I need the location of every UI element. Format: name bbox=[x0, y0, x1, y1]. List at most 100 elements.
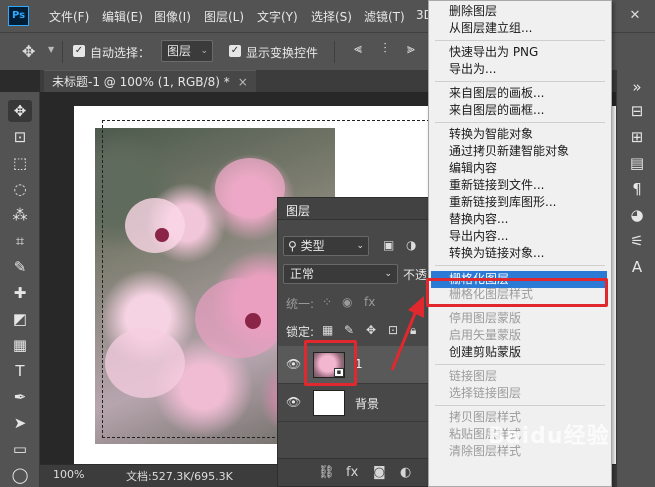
align-left-icon[interactable]: ⫷ bbox=[350, 41, 366, 59]
color-icon[interactable]: ◕ bbox=[626, 204, 648, 226]
character-icon[interactable]: A bbox=[626, 256, 648, 278]
menu-edit[interactable]: 编辑(E) bbox=[102, 8, 143, 25]
menu-separator bbox=[435, 81, 605, 82]
document-tab-title: 未标题-1 @ 100% (1, RGB/8) * bbox=[52, 75, 230, 89]
document-tab[interactable]: 未标题-1 @ 100% (1, RGB/8) * × bbox=[44, 70, 256, 92]
lasso-tool-icon[interactable]: ◌ bbox=[8, 178, 32, 200]
context-menu-item[interactable]: 来自图层的画板... bbox=[429, 85, 611, 102]
layer-row[interactable]: 👁︎ 背景 bbox=[278, 384, 438, 422]
divider bbox=[334, 41, 335, 63]
quick-select-tool-icon[interactable]: ⁂ bbox=[8, 204, 32, 226]
menu-select[interactable]: 选择(S) bbox=[311, 8, 352, 25]
crop-tool-icon[interactable]: ⌗ bbox=[8, 230, 32, 252]
context-menu-item[interactable]: 导出内容... bbox=[429, 228, 611, 245]
document-info[interactable]: 文档:527.3K/695.3K bbox=[126, 468, 233, 484]
lock-pixels-icon[interactable]: ✎ bbox=[344, 323, 354, 337]
layer-name[interactable]: 背景 bbox=[355, 395, 379, 412]
blend-mode-dropdown[interactable]: 正常 ⌄ bbox=[283, 264, 398, 284]
auto-select-label: 自动选择： bbox=[90, 46, 151, 60]
layer-row[interactable]: 👁︎ ▪ 1 bbox=[278, 346, 438, 384]
move-tool-icon[interactable]: ✥ bbox=[22, 42, 35, 61]
filter-kind-dropdown[interactable]: ⚲ 类型 ⌄ bbox=[283, 236, 369, 256]
history-icon[interactable]: ⊟ bbox=[626, 100, 648, 122]
unify-position-icon[interactable]: ⁘ bbox=[322, 295, 332, 309]
unify-visibility-icon[interactable]: ◉ bbox=[342, 295, 352, 309]
context-menu-item[interactable]: 快速导出为 PNG bbox=[429, 44, 611, 61]
menu-separator bbox=[435, 405, 605, 406]
context-menu-item[interactable]: 停用图层蒙版 bbox=[429, 310, 611, 327]
menu-file[interactable]: 文件(F) bbox=[49, 8, 89, 25]
context-menu-item[interactable]: 选择链接图层 bbox=[429, 385, 611, 402]
lock-artboard-icon[interactable]: ⊡ bbox=[388, 323, 398, 337]
context-menu-item[interactable]: 从图层建立组... bbox=[429, 20, 611, 37]
menu-filter[interactable]: 滤镜(T) bbox=[364, 8, 405, 25]
context-menu-item[interactable]: 导出为... bbox=[429, 61, 611, 78]
gradient-tool-icon[interactable]: ▦ bbox=[8, 334, 32, 356]
paragraph-icon[interactable]: ¶ bbox=[626, 178, 648, 200]
chevron-down-icon: ⌄ bbox=[356, 241, 364, 251]
context-menu-item[interactable]: 重新链接到库图形... bbox=[429, 194, 611, 211]
close-icon[interactable]: × bbox=[238, 75, 248, 89]
lock-transparency-icon[interactable]: ▦ bbox=[322, 323, 333, 337]
ellipse-tool-icon[interactable]: ◯ bbox=[8, 464, 32, 486]
auto-select-target-value: 图层 bbox=[167, 44, 192, 58]
link-layers-icon[interactable]: ⛓ bbox=[318, 465, 335, 480]
context-menu-item[interactable]: 删除图层 bbox=[429, 3, 611, 20]
context-menu-item[interactable]: 来自图层的画框... bbox=[429, 102, 611, 119]
context-menu-item[interactable]: 链接图层 bbox=[429, 368, 611, 385]
move-tool-icon[interactable]: ✥ bbox=[8, 100, 32, 122]
auto-select-checkbox[interactable]: ✓ bbox=[73, 45, 85, 57]
menu-separator bbox=[435, 265, 605, 266]
brush-settings-icon[interactable]: ⚟ bbox=[626, 230, 648, 252]
adjustment-filter-icon[interactable]: ◑ bbox=[406, 238, 416, 252]
lock-label: 锁定: bbox=[286, 325, 315, 339]
lock-all-icon[interactable]: 🔒︎ bbox=[410, 323, 416, 338]
context-menu-item[interactable]: 启用矢量蒙版 bbox=[429, 327, 611, 344]
menu-layer[interactable]: 图层(L) bbox=[204, 8, 244, 25]
add-mask-icon[interactable]: ◙ bbox=[373, 465, 386, 480]
pen-tool-icon[interactable]: ✒ bbox=[8, 386, 32, 408]
layer-style-icon[interactable]: fx bbox=[346, 465, 358, 480]
context-menu-item[interactable]: 替换内容... bbox=[429, 211, 611, 228]
align-right-icon[interactable]: ⫸ bbox=[403, 41, 419, 59]
show-transform-checkbox[interactable]: ✓ bbox=[229, 45, 241, 57]
context-menu-item[interactable]: 转换为链接对象... bbox=[429, 245, 611, 262]
menu-image[interactable]: 图像(I) bbox=[154, 8, 191, 25]
eye-icon[interactable]: 👁︎ bbox=[286, 357, 301, 371]
libraries-icon[interactable]: ▤ bbox=[626, 152, 648, 174]
chevron-down-icon[interactable]: ▼ bbox=[48, 45, 54, 54]
filter-kind-value: 类型 bbox=[300, 239, 325, 253]
context-menu-item[interactable]: 重新链接到文件... bbox=[429, 177, 611, 194]
healing-brush-tool-icon[interactable]: ✚ bbox=[8, 282, 32, 304]
close-icon[interactable]: ✕ bbox=[615, 0, 655, 32]
path-select-tool-icon[interactable]: ➤ bbox=[8, 412, 32, 434]
more-panels-icon[interactable]: » bbox=[626, 76, 648, 98]
artboard-tool-icon[interactable]: ⊡ bbox=[8, 126, 32, 148]
layers-panel-title[interactable]: 图层 bbox=[286, 202, 310, 219]
adjustment-layer-icon[interactable]: ◐ bbox=[400, 465, 411, 480]
eraser-tool-icon[interactable]: ◩ bbox=[8, 308, 32, 330]
eye-icon[interactable]: 👁︎ bbox=[286, 395, 301, 409]
tools-panel: ✥ ⊡ ⬚ ◌ ⁂ ⌗ ✎ ✚ ◩ ▦ T ✒ ➤ ▭ ◯ bbox=[0, 92, 40, 487]
align-center-icon[interactable]: ⫶ bbox=[377, 41, 393, 59]
zoom-level[interactable]: 100% bbox=[53, 468, 84, 481]
auto-select-target-dropdown[interactable]: 图层 ⌄ bbox=[161, 40, 213, 62]
unify-style-icon[interactable]: fx bbox=[364, 295, 375, 309]
type-tool-icon[interactable]: T bbox=[8, 360, 32, 382]
unify-row: 统一: ⁘ ◉ fx bbox=[278, 294, 438, 314]
image-filter-icon[interactable]: ▣ bbox=[383, 238, 394, 252]
annotation-highlight-box bbox=[426, 278, 608, 307]
menu-separator bbox=[435, 122, 605, 123]
chevron-down-icon: ⌄ bbox=[384, 269, 392, 279]
menu-type[interactable]: 文字(Y) bbox=[257, 8, 298, 25]
context-menu-item[interactable]: 转换为智能对象 bbox=[429, 126, 611, 143]
context-menu-item[interactable]: 创建剪贴蒙版 bbox=[429, 344, 611, 361]
opacity-label: 不透 bbox=[403, 268, 428, 282]
swatches-icon[interactable]: ⊞ bbox=[626, 126, 648, 148]
context-menu-item[interactable]: 编辑内容 bbox=[429, 160, 611, 177]
marquee-tool-icon[interactable]: ⬚ bbox=[8, 152, 32, 174]
eyedropper-tool-icon[interactable]: ✎ bbox=[8, 256, 32, 278]
rectangle-tool-icon[interactable]: ▭ bbox=[8, 438, 32, 460]
lock-position-icon[interactable]: ✥ bbox=[366, 323, 376, 337]
context-menu-item[interactable]: 通过拷贝新建智能对象 bbox=[429, 143, 611, 160]
